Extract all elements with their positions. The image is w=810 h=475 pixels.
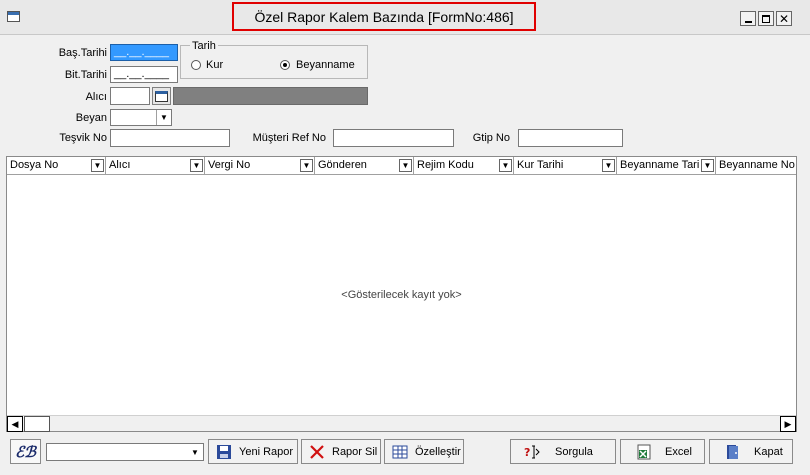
- column-label: Rejim Kodu: [417, 159, 474, 171]
- minimize-button[interactable]: [740, 11, 756, 26]
- rapor-sil-label: Rapor Sil: [332, 445, 378, 458]
- column-label: Beyanname Tari: [620, 159, 700, 171]
- column-header[interactable]: Alıcı ▼: [106, 157, 205, 175]
- eb-logo-icon: ℰℬ: [15, 442, 36, 461]
- arrow-left-icon: ◀: [11, 418, 19, 429]
- close-button[interactable]: ✕: [776, 11, 792, 26]
- tesvik-field[interactable]: [110, 129, 230, 147]
- alici-lookup-button[interactable]: [152, 87, 171, 105]
- arrow-right-icon: ▶: [784, 418, 792, 429]
- bas-tarihi-field[interactable]: __.__.____: [110, 44, 178, 61]
- svg-text:?: ?: [524, 446, 530, 459]
- filter-dropdown-icon[interactable]: ▼: [499, 159, 512, 172]
- gtip-label: Gtip No: [472, 132, 510, 144]
- yeni-rapor-label: Yeni Rapor: [239, 445, 294, 458]
- column-label: Vergi No: [208, 159, 251, 171]
- column-label: Gönderen: [318, 159, 367, 171]
- chevron-down-icon[interactable]: ▼: [187, 444, 203, 460]
- rapor-sil-button[interactable]: Rapor Sil: [301, 439, 381, 464]
- window-title: Özel Rapor Kalem Bazında [FormNo:486]: [254, 8, 514, 25]
- empty-grid-message: <Gösterilecek kayıt yok>: [341, 289, 462, 301]
- filter-dropdown-icon[interactable]: ▼: [190, 159, 203, 172]
- column-label: Kur Tarihi: [517, 159, 564, 171]
- app-logo-button[interactable]: ℰℬ: [10, 439, 41, 464]
- alici-field[interactable]: [110, 87, 150, 105]
- musteri-ref-field[interactable]: [333, 129, 454, 147]
- beyan-label: Beyan: [75, 112, 107, 124]
- scroll-left-button[interactable]: ◀: [7, 416, 23, 432]
- ozellestir-button[interactable]: Özelleştir: [384, 439, 464, 464]
- calendar-icon: [155, 90, 168, 102]
- kapat-label: Kapat: [754, 445, 783, 458]
- column-header[interactable]: Dosya No ▼: [7, 157, 106, 175]
- bit-tarihi-label: Bit.Tarihi: [64, 69, 107, 81]
- chevron-down-icon[interactable]: ▼: [156, 110, 171, 125]
- musteri-ref-label: Müşteri Ref No: [252, 132, 326, 144]
- filter-dropdown-icon[interactable]: ▼: [399, 159, 412, 172]
- column-label: Alıcı: [109, 159, 131, 171]
- scroll-thumb[interactable]: [24, 416, 50, 432]
- bit-tarihi-field[interactable]: __.__.____: [110, 66, 178, 83]
- exit-door-icon: [724, 443, 742, 461]
- save-icon: [215, 443, 233, 461]
- column-header[interactable]: Vergi No ▼: [205, 157, 315, 175]
- scroll-right-button[interactable]: ▶: [780, 416, 796, 432]
- ozellestir-label: Özelleştir: [415, 445, 461, 458]
- filter-dropdown-icon[interactable]: ▼: [300, 159, 313, 172]
- yeni-rapor-button[interactable]: Yeni Rapor: [208, 439, 298, 464]
- results-grid[interactable]: Dosya No ▼ Alıcı ▼ Vergi No ▼ Gönderen ▼ Rej…: [6, 156, 797, 432]
- column-header[interactable]: Rejim Kodu ▼: [414, 157, 514, 175]
- column-header[interactable]: Beyanname Tari ▼: [617, 157, 716, 175]
- maximize-icon: [762, 14, 770, 23]
- excel-label: Excel: [665, 445, 692, 458]
- excel-button[interactable]: Excel: [620, 439, 705, 464]
- sorgula-label: Sorgula: [555, 445, 593, 458]
- close-icon: ✕: [778, 11, 790, 26]
- report-select[interactable]: ▼: [46, 443, 204, 461]
- gtip-field[interactable]: [518, 129, 623, 147]
- maximize-button[interactable]: [758, 11, 774, 26]
- beyan-select[interactable]: ▼: [110, 109, 172, 126]
- query-icon: ?: [523, 443, 541, 461]
- alici-name-display: [173, 87, 368, 105]
- column-header[interactable]: Gönderen ▼: [315, 157, 414, 175]
- sorgula-button[interactable]: ? Sorgula: [510, 439, 616, 464]
- filter-dropdown-icon[interactable]: ▼: [602, 159, 615, 172]
- minimize-icon: [744, 20, 752, 23]
- filter-dropdown-icon[interactable]: ▼: [91, 159, 104, 172]
- excel-icon: [635, 443, 653, 461]
- grid-header: Dosya No ▼ Alıcı ▼ Vergi No ▼ Gönderen ▼ Rej…: [7, 157, 796, 175]
- title-bar: Özel Rapor Kalem Bazında [FormNo:486] ✕: [0, 0, 810, 35]
- column-header[interactable]: Kur Tarihi ▼: [514, 157, 617, 175]
- column-label: Dosya No: [10, 159, 59, 171]
- grid-icon: [391, 443, 409, 461]
- tarih-group-title: Tarih: [190, 40, 218, 52]
- window-icon[interactable]: [7, 11, 20, 22]
- column-header[interactable]: Beyanname No: [716, 157, 796, 175]
- radio-beyanname-label[interactable]: Beyanname: [296, 59, 355, 71]
- horizontal-scrollbar[interactable]: ◀ ▶: [7, 415, 796, 432]
- column-label: Beyanname No: [719, 159, 795, 171]
- radio-beyanname[interactable]: [280, 60, 290, 70]
- window-title-highlight: Özel Rapor Kalem Bazında [FormNo:486]: [232, 2, 536, 31]
- tesvik-label: Teşvik No: [59, 132, 107, 144]
- radio-kur-label[interactable]: Kur: [206, 59, 223, 71]
- filter-dropdown-icon[interactable]: ▼: [701, 159, 714, 172]
- radio-kur[interactable]: [191, 60, 201, 70]
- bas-tarihi-label: Baş.Tarihi: [58, 47, 107, 59]
- delete-x-icon: [308, 443, 326, 461]
- kapat-button[interactable]: Kapat: [709, 439, 793, 464]
- alici-label: Alıcı: [85, 91, 107, 103]
